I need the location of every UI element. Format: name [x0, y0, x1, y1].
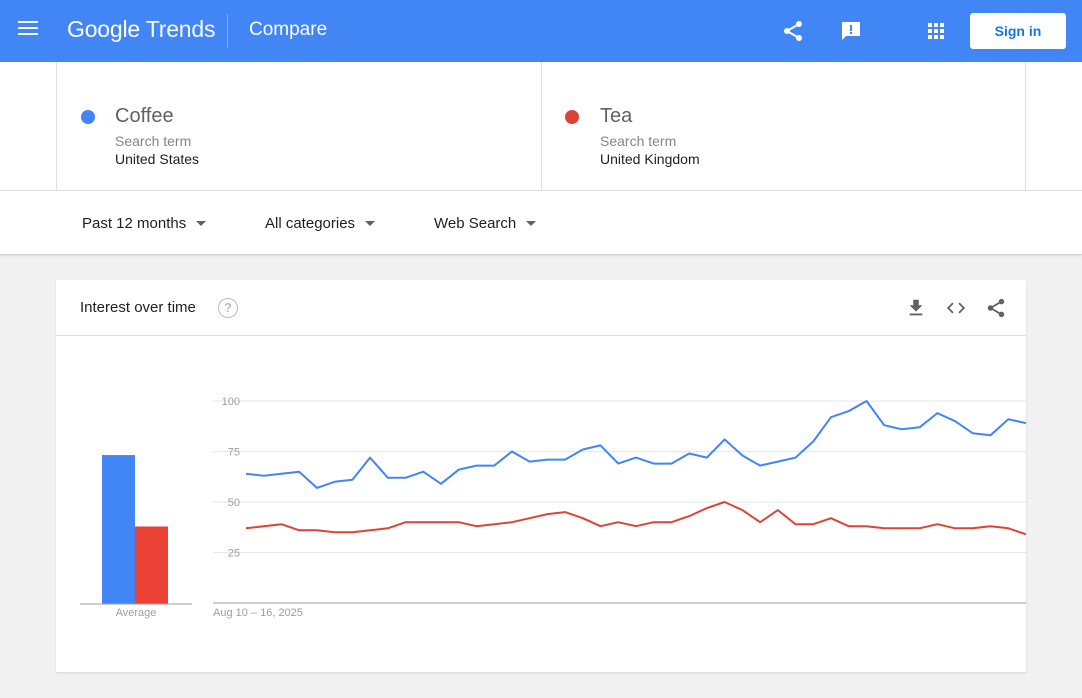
term-name[interactable]: Tea — [600, 105, 632, 128]
average-bar-tea — [135, 526, 168, 604]
logo-google: Google — [67, 16, 140, 42]
series-line-tea — [245, 501, 1026, 536]
share-icon[interactable] — [781, 19, 805, 43]
time-range-label: Past 12 months — [82, 215, 187, 232]
chevron-down-icon — [526, 220, 537, 226]
average-bar-chart — [80, 455, 192, 605]
feedback-icon[interactable] — [839, 19, 863, 43]
term-color-dot — [565, 110, 579, 124]
compare-terms-bar: Coffee Search term United States Tea Sea… — [0, 62, 1082, 191]
top-app-bar: Google Trends Compare Sign in — [0, 0, 1082, 62]
search-property-label: Web Search — [434, 215, 517, 232]
line-series — [245, 400, 1026, 536]
term-type: Search term — [115, 133, 192, 149]
time-range-dropdown[interactable]: Past 12 months — [82, 215, 207, 232]
interest-over-time-chart[interactable]: 25 50 75 100 Average Aug 10 – 16, 2025 — [56, 280, 1026, 672]
filter-bar: Past 12 months All categories Web Search — [0, 191, 1082, 255]
term-color-dot — [81, 110, 95, 124]
logo-trends: Trends — [145, 16, 216, 42]
category-dropdown[interactable]: All categories — [265, 215, 376, 232]
average-bar-coffee — [102, 455, 135, 604]
sign-in-button[interactable]: Sign in — [970, 13, 1066, 49]
chevron-down-icon — [196, 220, 207, 226]
y-tick-label: 50 — [228, 497, 240, 509]
term-type: Search term — [600, 133, 677, 149]
y-tick-label: 75 — [228, 447, 240, 459]
term-name[interactable]: Coffee — [115, 105, 174, 128]
term-card-coffee[interactable]: Coffee Search term United States — [56, 62, 542, 190]
search-property-dropdown[interactable]: Web Search — [434, 215, 537, 232]
term-card-tea[interactable]: Tea Search term United Kingdom — [541, 62, 1026, 190]
chart-gridlines: 25 50 75 100 — [213, 396, 1026, 604]
x-axis-start-label: Aug 10 – 16, 2025 — [213, 607, 303, 619]
y-tick-label: 25 — [228, 548, 240, 560]
y-tick-label: 100 — [222, 396, 240, 408]
header-divider — [227, 14, 228, 48]
term-region[interactable]: United Kingdom — [600, 151, 700, 167]
google-trends-logo[interactable]: Google Trends — [67, 16, 215, 43]
series-line-coffee — [245, 400, 1026, 489]
page-title: Compare — [249, 19, 328, 40]
interest-over-time-card: Interest over time ? 25 50 75 100 Average A… — [56, 280, 1026, 672]
term-region[interactable]: United States — [115, 151, 199, 167]
apps-icon[interactable] — [924, 19, 948, 43]
average-label: Average — [116, 607, 157, 619]
menu-icon[interactable] — [18, 21, 38, 37]
category-label: All categories — [265, 215, 356, 232]
chevron-down-icon — [365, 220, 376, 226]
